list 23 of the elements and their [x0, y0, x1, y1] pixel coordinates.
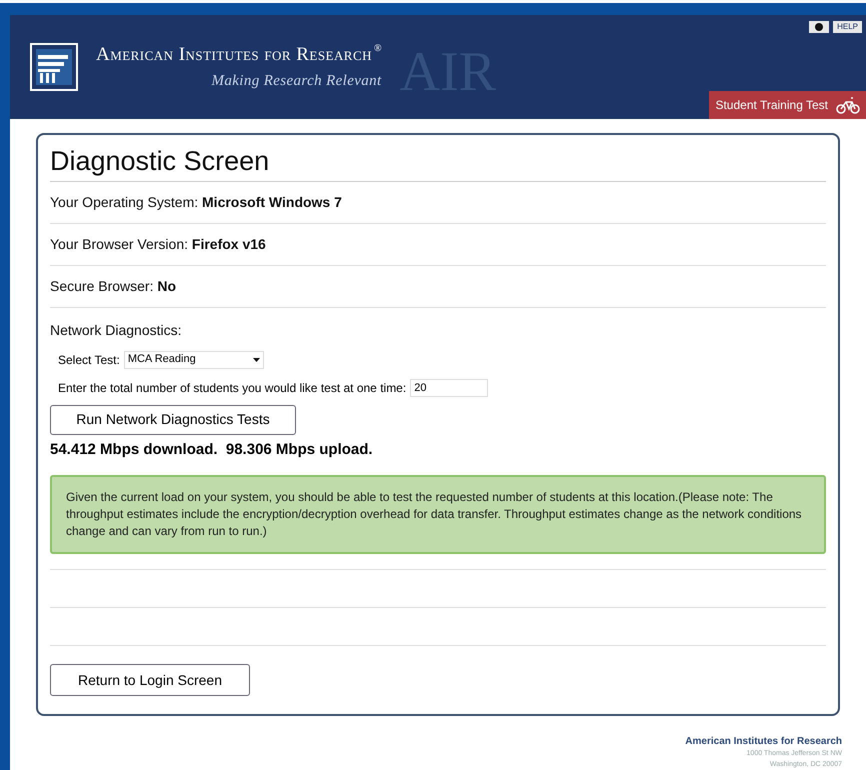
success-message: Given the current load on your system, you should be able to test the requested number of students at this location.(Please note: The throughput estimates include the encryption/decryption overhead for data transfer. Throughput estimates change as the network conditions change and can vary from run to run.)	[50, 475, 826, 554]
registered-mark: ®	[374, 42, 382, 56]
building-logo-icon	[30, 42, 78, 91]
info-text: Your Operating System: Microsoft Windows 7	[50, 194, 342, 210]
speed-result: 54.412 Mbps download. 98.306 Mbps upload.	[50, 440, 374, 460]
run-diagnostics-button[interactable]: Run Network Diagnostics Tests	[50, 404, 296, 434]
record-icon[interactable]	[809, 20, 830, 33]
tagline: Making Research Relevant	[212, 72, 382, 91]
students-field[interactable]: 20	[410, 378, 488, 396]
select-label: Select Test:	[58, 352, 120, 368]
section-heading: Network Diagnostics:	[50, 320, 182, 340]
help-button[interactable]: HELP	[833, 20, 862, 33]
students-label: Enter the total number of students you would like test at one time:	[58, 380, 406, 396]
footer-organization: American Institutes for Research	[685, 735, 842, 749]
dropdown-arrow-icon	[252, 358, 260, 362]
organization-name: American Institutes for Research	[96, 43, 372, 68]
info-text: Secure Browser: No	[50, 278, 176, 294]
bicycle-icon	[836, 96, 860, 114]
return-login-button[interactable]: Return to Login Screen	[50, 664, 250, 696]
test-dropdown[interactable]: MCA Reading	[124, 350, 264, 368]
page-title: Diagnostic Screen	[50, 144, 826, 182]
info-text: Your Browser Version: Firefox v16	[50, 236, 266, 252]
mode-label: Student Training Test	[715, 96, 828, 114]
